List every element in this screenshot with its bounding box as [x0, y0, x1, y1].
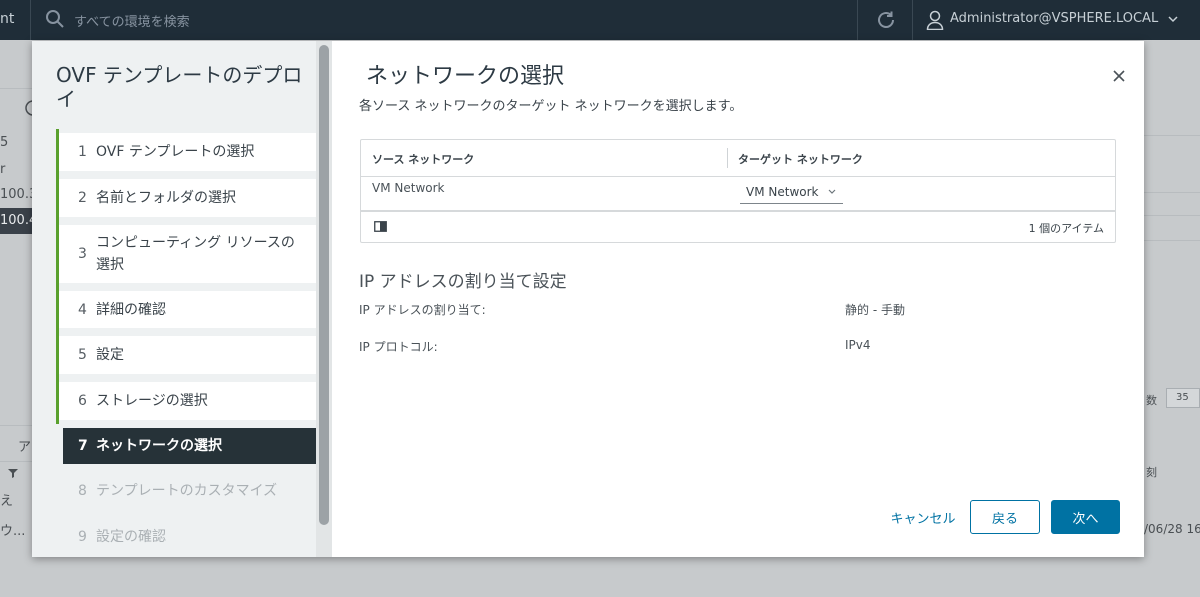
search-icon[interactable] [45, 9, 65, 29]
background-divider [1144, 215, 1200, 216]
ip-protocol-label: IP プロトコル: [359, 340, 438, 354]
step-number: 8 [78, 483, 87, 499]
background-divider [0, 88, 32, 89]
chevron-down-icon[interactable] [1167, 13, 1179, 25]
step-label: 設定の確認 [96, 529, 166, 545]
network-mapping-grid: ソース ネットワーク ターゲット ネットワーク VM Network VM Ne… [360, 139, 1116, 243]
ip-protocol-value: IPv4 [845, 338, 871, 352]
column-header-source[interactable]: ソース ネットワーク [372, 151, 474, 167]
step-label: テンプレートのカスタマイズ [96, 483, 278, 499]
nav-scrollbar-thumb[interactable] [319, 45, 329, 525]
wizard-steps: 1 OVF テンプレートの選択 2 名前とフォルダの選択 3 コンピューティング… [56, 129, 316, 557]
page-title: ネットワークの選択 [366, 64, 565, 89]
step-label: 名前とフォルダの選択 [96, 190, 236, 206]
step-number: 2 [78, 190, 87, 206]
background-divider [1144, 192, 1200, 193]
grid-footer: 1 個のアイテム [361, 210, 1115, 242]
background-divider [1144, 135, 1200, 136]
wizard-title: OVF テンプレートのデプロイ [56, 63, 303, 111]
step-label: 詳細の確認 [96, 301, 166, 318]
step-label: ネットワークの選択 [96, 438, 222, 454]
column-header-target[interactable]: ターゲット ネットワーク [738, 151, 863, 167]
column-resizer[interactable] [727, 148, 728, 168]
global-search-input[interactable]: すべての環境を検索 [74, 11, 190, 30]
step-label: OVF テンプレートの選択 [96, 144, 255, 160]
wizard-step-review-settings: 9 設定の確認 [56, 518, 316, 556]
chevron-down-icon [828, 189, 836, 194]
ip-allocation-section-title: IP アドレスの割り当て設定 [359, 272, 567, 292]
header-divider [912, 0, 913, 40]
step-label: ストレージの選択 [96, 393, 208, 409]
user-icon [926, 10, 944, 30]
wizard-content: ネットワークの選択 各ソース ネットワークのターゲット ネットワークを選択します… [332, 41, 1144, 557]
background-column-header: 刻 [1146, 466, 1157, 479]
wizard-step-network[interactable]: 7 ネットワークの選択 [63, 428, 316, 464]
next-button[interactable]: 次へ [1051, 500, 1120, 534]
page-description: 各ソース ネットワークのターゲット ネットワークを選択します。 [359, 99, 743, 114]
deploy-ovf-wizard: OVF テンプレートのデプロイ 1 OVF テンプレートの選択 2 名前とフォル… [32, 41, 1144, 557]
wizard-step-name-folder[interactable]: 2 名前とフォルダの選択 [56, 175, 316, 221]
page-size-value: 35 [1176, 392, 1189, 403]
wizard-step-storage[interactable]: 6 ストレージの選択 [56, 378, 316, 424]
background-selected-item: 100.4 [0, 208, 37, 234]
step-number: 7 [78, 438, 88, 454]
user-menu[interactable]: Administrator@VSPHERE.LOCAL [950, 11, 1158, 26]
wizard-step-settings[interactable]: 5 設定 [56, 332, 316, 378]
target-network-select[interactable]: VM Network [740, 183, 843, 204]
item-count: 1 個のアイテム [1028, 222, 1104, 235]
ip-allocation-label: IP アドレスの割り当て: [359, 303, 486, 317]
wizard-step-select-template[interactable]: 1 OVF テンプレートの選択 [56, 129, 316, 175]
step-label: 設定 [96, 347, 124, 363]
back-button[interactable]: 戻る [970, 500, 1040, 534]
step-number: 4 [78, 301, 87, 318]
filter-icon [8, 469, 18, 478]
close-icon[interactable] [1112, 69, 1126, 83]
header-divider [30, 0, 31, 40]
wizard-step-customize-template: 8 テンプレートのカスタマイズ [56, 472, 316, 510]
step-number: 5 [78, 347, 87, 363]
column-toggle-icon[interactable] [374, 221, 387, 232]
wizard-step-review-details[interactable]: 4 詳細の確認 [56, 287, 316, 332]
step-label: コンピューティング リソースの選択 [96, 235, 295, 273]
background-count-label: 数 [1146, 394, 1157, 407]
cancel-button[interactable]: キャンセル [884, 500, 962, 534]
background-divider [0, 461, 32, 462]
ip-allocation-value: 静的 - 手動 [845, 303, 905, 317]
refresh-icon[interactable] [874, 8, 898, 32]
app-brand: nt [0, 11, 15, 27]
wizard-step-compute-resource[interactable]: 3 コンピューティング リソースの選択 [56, 221, 316, 287]
background-row-text: え [0, 494, 14, 509]
wizard-step-nav: OVF テンプレートのデプロイ 1 OVF テンプレートの選択 2 名前とフォル… [32, 41, 332, 557]
step-number: 6 [78, 393, 87, 409]
background-text: r [0, 162, 6, 177]
background-row-text: ウ... [0, 524, 26, 539]
target-network-value: VM Network [746, 185, 819, 199]
background-text: 5 [0, 135, 9, 150]
background-divider [0, 425, 32, 426]
source-network-cell: VM Network [372, 181, 445, 195]
page-size-select: 35 [1166, 388, 1200, 408]
table-row: VM Network VM Network [361, 176, 1115, 212]
background-row-text: /06/28 16: [1144, 522, 1200, 536]
app-header: nt すべての環境を検索 Administrator@VSPHERE.LOCAL [0, 0, 1200, 40]
step-number: 3 [78, 246, 87, 262]
step-number: 1 [78, 144, 87, 160]
step-number: 9 [78, 529, 87, 545]
background-divider [1144, 240, 1200, 241]
grid-header: ソース ネットワーク ターゲット ネットワーク [361, 140, 1115, 177]
background-tab: ア [18, 440, 32, 455]
header-divider [857, 0, 858, 40]
